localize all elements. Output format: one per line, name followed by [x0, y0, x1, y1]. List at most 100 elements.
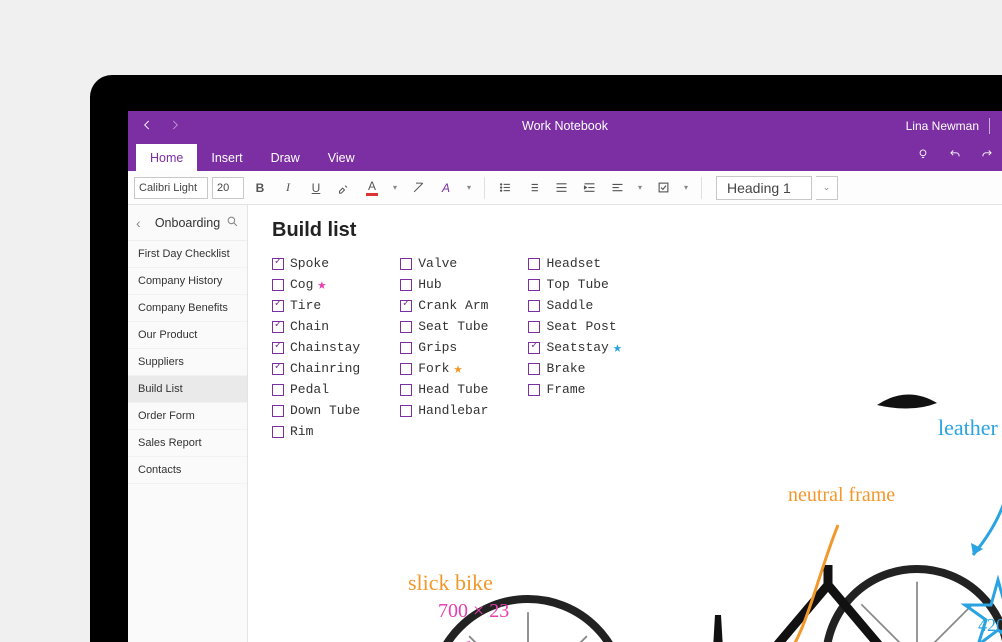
redo-icon[interactable] [980, 147, 994, 166]
checklist-label: Headset [546, 256, 601, 271]
bold-button[interactable]: B [248, 176, 272, 200]
lightbulb-icon[interactable] [916, 147, 930, 166]
bullet-list-button[interactable] [493, 176, 517, 200]
checkbox-icon[interactable] [400, 300, 412, 312]
checklist-item[interactable]: Spoke [272, 254, 360, 273]
checkbox-icon[interactable] [528, 321, 540, 333]
italic-button[interactable]: I [276, 176, 300, 200]
checkbox-icon[interactable] [272, 258, 284, 270]
checklist-item[interactable]: Valve [400, 254, 488, 273]
checklist-item[interactable]: Tire [272, 296, 360, 315]
checklist-item[interactable]: Crank Arm [400, 296, 488, 315]
font-size-selector[interactable]: 20 [212, 177, 244, 199]
checklist-label: Seat Post [546, 319, 616, 334]
style-selector[interactable]: Heading 1 [716, 176, 812, 200]
checkbox-icon[interactable] [272, 384, 284, 396]
nav-forward-icon[interactable] [168, 118, 182, 135]
checkbox-icon[interactable] [400, 258, 412, 270]
checkbox-icon[interactable] [272, 300, 284, 312]
checkbox-icon[interactable] [272, 363, 284, 375]
body-area: ‹ Onboarding First Day ChecklistCompany … [128, 205, 1002, 642]
checklist-item[interactable]: Rim [272, 422, 360, 441]
checklist-item[interactable]: Top Tube [528, 275, 621, 294]
checkbox-icon[interactable] [400, 279, 412, 291]
font-name-selector[interactable]: Calibri Light [134, 177, 208, 199]
user-name[interactable]: Lina Newman [906, 119, 979, 133]
checkbox-chevron-icon[interactable]: ▾ [679, 176, 693, 200]
checklist-label: Pedal [290, 382, 329, 397]
undo-icon[interactable] [948, 147, 962, 166]
checklist-item[interactable]: Headset [528, 254, 621, 273]
nav-page-item[interactable]: Sales Report [128, 430, 247, 457]
checklist-item[interactable]: Seat Tube [400, 317, 488, 336]
outdent-button[interactable] [549, 176, 573, 200]
checkbox-icon[interactable] [400, 342, 412, 354]
nav-page-item[interactable]: Order Form [128, 403, 247, 430]
checkbox-icon[interactable] [272, 426, 284, 438]
checkbox-icon[interactable] [400, 321, 412, 333]
checklist-label: Grips [418, 340, 457, 355]
tab-view[interactable]: View [314, 144, 369, 171]
checkbox-icon[interactable] [528, 300, 540, 312]
checkbox-icon[interactable] [272, 342, 284, 354]
clear-format-button[interactable] [406, 176, 430, 200]
ink-leather-arrow-icon [958, 435, 1002, 565]
format-painter-chevron-icon[interactable]: ▾ [462, 176, 476, 200]
nav-back-icon[interactable] [140, 118, 154, 135]
checkbox-icon[interactable] [272, 279, 284, 291]
checkbox-button[interactable] [651, 176, 675, 200]
nav-page-item[interactable]: Contacts [128, 457, 247, 484]
nav-page-item[interactable]: Build List [128, 376, 247, 403]
checkbox-icon[interactable] [528, 279, 540, 291]
checklist-label: Valve [418, 256, 457, 271]
checkbox-icon[interactable] [400, 363, 412, 375]
app-window: Work Notebook Lina Newman Home Insert Dr… [128, 111, 1002, 642]
checklist-item[interactable]: Grips [400, 338, 488, 357]
number-list-button[interactable] [521, 176, 545, 200]
checklist-item[interactable]: Chain [272, 317, 360, 336]
align-chevron-icon[interactable]: ▾ [633, 176, 647, 200]
checkbox-icon[interactable] [528, 258, 540, 270]
underline-button[interactable]: U [304, 176, 328, 200]
checklist-item[interactable]: Pedal [272, 380, 360, 399]
page-title[interactable]: Build list [272, 219, 978, 242]
notebook-title: Work Notebook [128, 119, 1002, 133]
checklist-item[interactable]: Down Tube [272, 401, 360, 420]
checkbox-icon[interactable] [272, 405, 284, 417]
font-color-chevron-icon[interactable]: ▾ [388, 176, 402, 200]
note-page[interactable]: Build list Spoke Cog★ Tire Chain Chainstay Ch… [248, 205, 1002, 642]
checklist-label: Fork [418, 361, 449, 376]
title-bar: Work Notebook Lina Newman [128, 111, 1002, 141]
nav-page-item[interactable]: First Day Checklist [128, 241, 247, 268]
checkbox-icon[interactable] [272, 321, 284, 333]
tab-insert[interactable]: Insert [197, 144, 256, 171]
checklist-item[interactable]: Chainring [272, 359, 360, 378]
checklist-item[interactable]: Cog★ [272, 275, 360, 294]
checklist-label: Brake [546, 361, 585, 376]
nav-page-item[interactable]: Suppliers [128, 349, 247, 376]
highlight-button[interactable] [332, 176, 356, 200]
nav-page-item[interactable]: Company History [128, 268, 247, 295]
separator [989, 118, 990, 134]
annot-neutral-frame: neutral frame [788, 485, 895, 505]
nav-page-item[interactable]: Company Benefits [128, 295, 247, 322]
style-chevron-icon[interactable]: ⌄ [816, 176, 838, 200]
indent-button[interactable] [577, 176, 601, 200]
font-color-button[interactable]: A [360, 176, 384, 200]
nav-page-item[interactable]: Our Product [128, 322, 247, 349]
section-title[interactable]: Onboarding [128, 216, 247, 230]
tab-home[interactable]: Home [136, 144, 197, 171]
checklist-item[interactable]: Chainstay [272, 338, 360, 357]
checklist-item[interactable]: Seatstay★ [528, 338, 621, 357]
checklist-label: Saddle [546, 298, 593, 313]
format-painter-button[interactable]: A [434, 176, 458, 200]
checklist-item[interactable]: Seat Post [528, 317, 621, 336]
checklist-item[interactable]: Hub [400, 275, 488, 294]
checklist-item[interactable]: Saddle [528, 296, 621, 315]
align-button[interactable] [605, 176, 629, 200]
checkbox-icon[interactable] [528, 342, 540, 354]
tab-draw[interactable]: Draw [257, 144, 314, 171]
ink-wheel-diam-icon [428, 635, 618, 642]
checkbox-icon[interactable] [528, 363, 540, 375]
checklist-label: Down Tube [290, 403, 360, 418]
